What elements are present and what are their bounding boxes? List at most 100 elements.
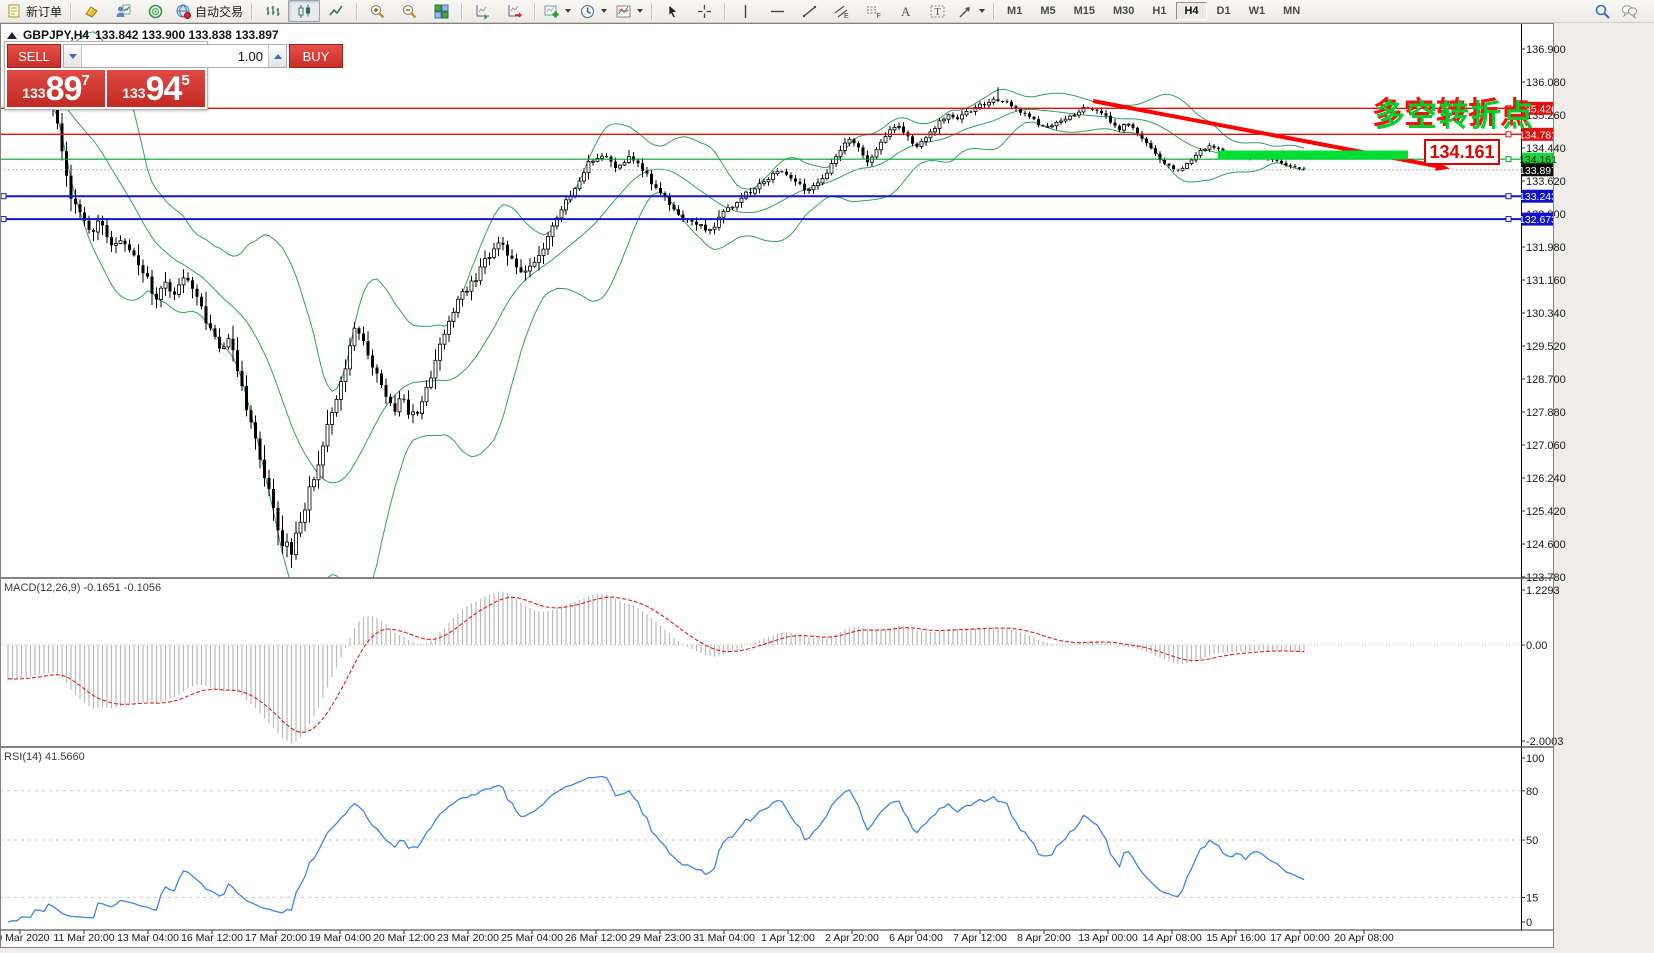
arrows-button[interactable] xyxy=(953,0,989,22)
line-handle xyxy=(1,194,6,199)
svg-text:-2.0003: -2.0003 xyxy=(1526,736,1563,748)
toolbar-separator xyxy=(651,3,652,20)
templates-button[interactable] xyxy=(611,0,647,22)
indicators-button[interactable] xyxy=(539,0,575,22)
chart-shift-button[interactable] xyxy=(498,0,530,22)
sell-price-display[interactable]: 133 89 7 xyxy=(7,70,105,107)
candlestick-chart-button[interactable] xyxy=(288,0,320,22)
svg-text:133.897: 133.897 xyxy=(1519,165,1557,177)
svg-text:26 Mar 12:00: 26 Mar 12:00 xyxy=(565,932,627,944)
price-line-badge: 133.243 xyxy=(1519,190,1557,204)
svg-text:10 Mar 2020: 10 Mar 2020 xyxy=(0,932,50,944)
new-order-icon xyxy=(6,3,23,20)
equidistant-channel-button[interactable]: E xyxy=(825,0,857,22)
timeframe-h4-button[interactable]: H4 xyxy=(1176,2,1206,20)
cursor-button[interactable] xyxy=(656,0,688,22)
buy-button[interactable]: BUY xyxy=(289,44,343,68)
svg-text:100: 100 xyxy=(1526,753,1544,765)
dropdown-arrow-icon[interactable] xyxy=(601,9,607,13)
autotrading-icon xyxy=(175,3,192,20)
toolbar-separator xyxy=(70,3,71,20)
toolbar-right xyxy=(1594,3,1652,20)
buy-price-pips: 94 xyxy=(146,72,182,106)
zoom-in-button[interactable] xyxy=(361,0,393,22)
timeframe-h1-button[interactable]: H1 xyxy=(1144,2,1174,20)
bar-chart-button[interactable] xyxy=(256,0,288,22)
svg-text:129.520: 129.520 xyxy=(1526,341,1566,353)
fibonacci-icon: F xyxy=(865,3,882,20)
timeframe-mn-button[interactable]: MN xyxy=(1275,2,1308,20)
time-axis[interactable]: 10 Mar 202011 Mar 20:0013 Mar 04:0016 Ma… xyxy=(0,930,1554,944)
svg-text:6 Apr 04:00: 6 Apr 04:00 xyxy=(889,932,943,944)
svg-text:F: F xyxy=(876,13,880,20)
profiles-button[interactable] xyxy=(75,0,107,22)
chart-canvas[interactable]: 136.900136.080135.260134.440133.620132.8… xyxy=(0,0,1654,953)
svg-text:16 Mar 12:00: 16 Mar 12:00 xyxy=(181,932,243,944)
svg-text:131.980: 131.980 xyxy=(1526,242,1566,254)
buy-price-display[interactable]: 133 94 5 xyxy=(107,70,205,107)
horizontal-line-button[interactable] xyxy=(761,0,793,22)
toolbar-separator xyxy=(724,3,725,20)
text-label-button[interactable]: T xyxy=(921,0,953,22)
toolbar-separator xyxy=(534,3,535,20)
timeframe-d1-button[interactable]: D1 xyxy=(1209,2,1239,20)
dropdown-arrow-icon[interactable] xyxy=(979,9,985,13)
sell-price-figure: 133 xyxy=(22,80,45,106)
cursor-icon xyxy=(664,3,681,20)
svg-text:20 Mar 12:00: 20 Mar 12:00 xyxy=(373,932,435,944)
crosshair-icon xyxy=(696,3,713,20)
vertical-line-button[interactable] xyxy=(729,0,761,22)
zoom-out-button[interactable] xyxy=(393,0,425,22)
line-handle xyxy=(1506,157,1511,162)
market-watch-button[interactable] xyxy=(107,0,139,22)
search-icon[interactable] xyxy=(1594,3,1611,20)
svg-text:23 Mar 20:00: 23 Mar 20:00 xyxy=(437,932,499,944)
svg-text:13 Mar 04:00: 13 Mar 04:00 xyxy=(117,932,179,944)
timeframe-w1-button[interactable]: W1 xyxy=(1241,2,1274,20)
svg-text:25 Mar 04:00: 25 Mar 04:00 xyxy=(501,932,563,944)
macd-indicator-label: MACD(12,26,9) -0.1651 -0.1056 xyxy=(4,582,161,594)
svg-text:17 Apr 00:00: 17 Apr 00:00 xyxy=(1270,932,1330,944)
svg-text:124.600: 124.600 xyxy=(1526,539,1566,551)
svg-text:128.700: 128.700 xyxy=(1526,374,1566,386)
one-click-trading-panel: SELL BUY 133 89 7 133 94 5 xyxy=(4,41,208,110)
buy-price-point: 5 xyxy=(181,73,189,88)
market-watch-icon xyxy=(115,3,132,20)
svg-text:133.620: 133.620 xyxy=(1526,176,1566,188)
toolbar: 新订单 自动交易 E F AT M1M5M15M30H1H4D1W1MN xyxy=(0,0,1654,23)
sell-price-pips: 89 xyxy=(46,72,82,106)
spinner-up-icon xyxy=(274,54,282,59)
price-line-badge: 132.673 xyxy=(1519,213,1557,227)
collapse-panel-icon[interactable] xyxy=(7,32,17,39)
line-handle xyxy=(1506,194,1511,199)
timeframe-m30-button[interactable]: M30 xyxy=(1105,2,1142,20)
timeframe-m1-button[interactable]: M1 xyxy=(999,2,1030,20)
auto-scroll-button[interactable] xyxy=(466,0,498,22)
navigator-icon xyxy=(147,3,164,20)
sell-button[interactable]: SELL xyxy=(7,44,61,68)
text-button[interactable]: A xyxy=(889,0,921,22)
volume-input[interactable] xyxy=(82,45,268,67)
periods-button[interactable] xyxy=(575,0,611,22)
trendline-button[interactable] xyxy=(793,0,825,22)
svg-text:136.900: 136.900 xyxy=(1526,44,1566,56)
timeframe-m15-button[interactable]: M15 xyxy=(1066,2,1103,20)
line-chart-button[interactable] xyxy=(320,0,352,22)
volume-increase-button[interactable] xyxy=(268,45,286,67)
volume-decrease-button[interactable] xyxy=(64,45,82,67)
navigator-button[interactable] xyxy=(139,0,171,22)
svg-text:7 Apr 12:00: 7 Apr 12:00 xyxy=(953,932,1007,944)
toolbar-separator xyxy=(251,3,252,20)
profiles-icon xyxy=(83,3,100,20)
chat-icon[interactable] xyxy=(1621,3,1638,20)
text-label-icon: T xyxy=(929,3,946,20)
auto-scroll-icon xyxy=(474,3,491,20)
timeframe-m5-button[interactable]: M5 xyxy=(1032,2,1063,20)
dropdown-arrow-icon[interactable] xyxy=(565,9,571,13)
autotrading-button[interactable]: 自动交易 xyxy=(171,0,247,22)
crosshair-button[interactable] xyxy=(688,0,720,22)
tile-windows-button[interactable] xyxy=(425,0,457,22)
new-order-button[interactable]: 新订单 xyxy=(2,0,66,22)
dropdown-arrow-icon[interactable] xyxy=(637,9,643,13)
fibonacci-button[interactable]: F xyxy=(857,0,889,22)
